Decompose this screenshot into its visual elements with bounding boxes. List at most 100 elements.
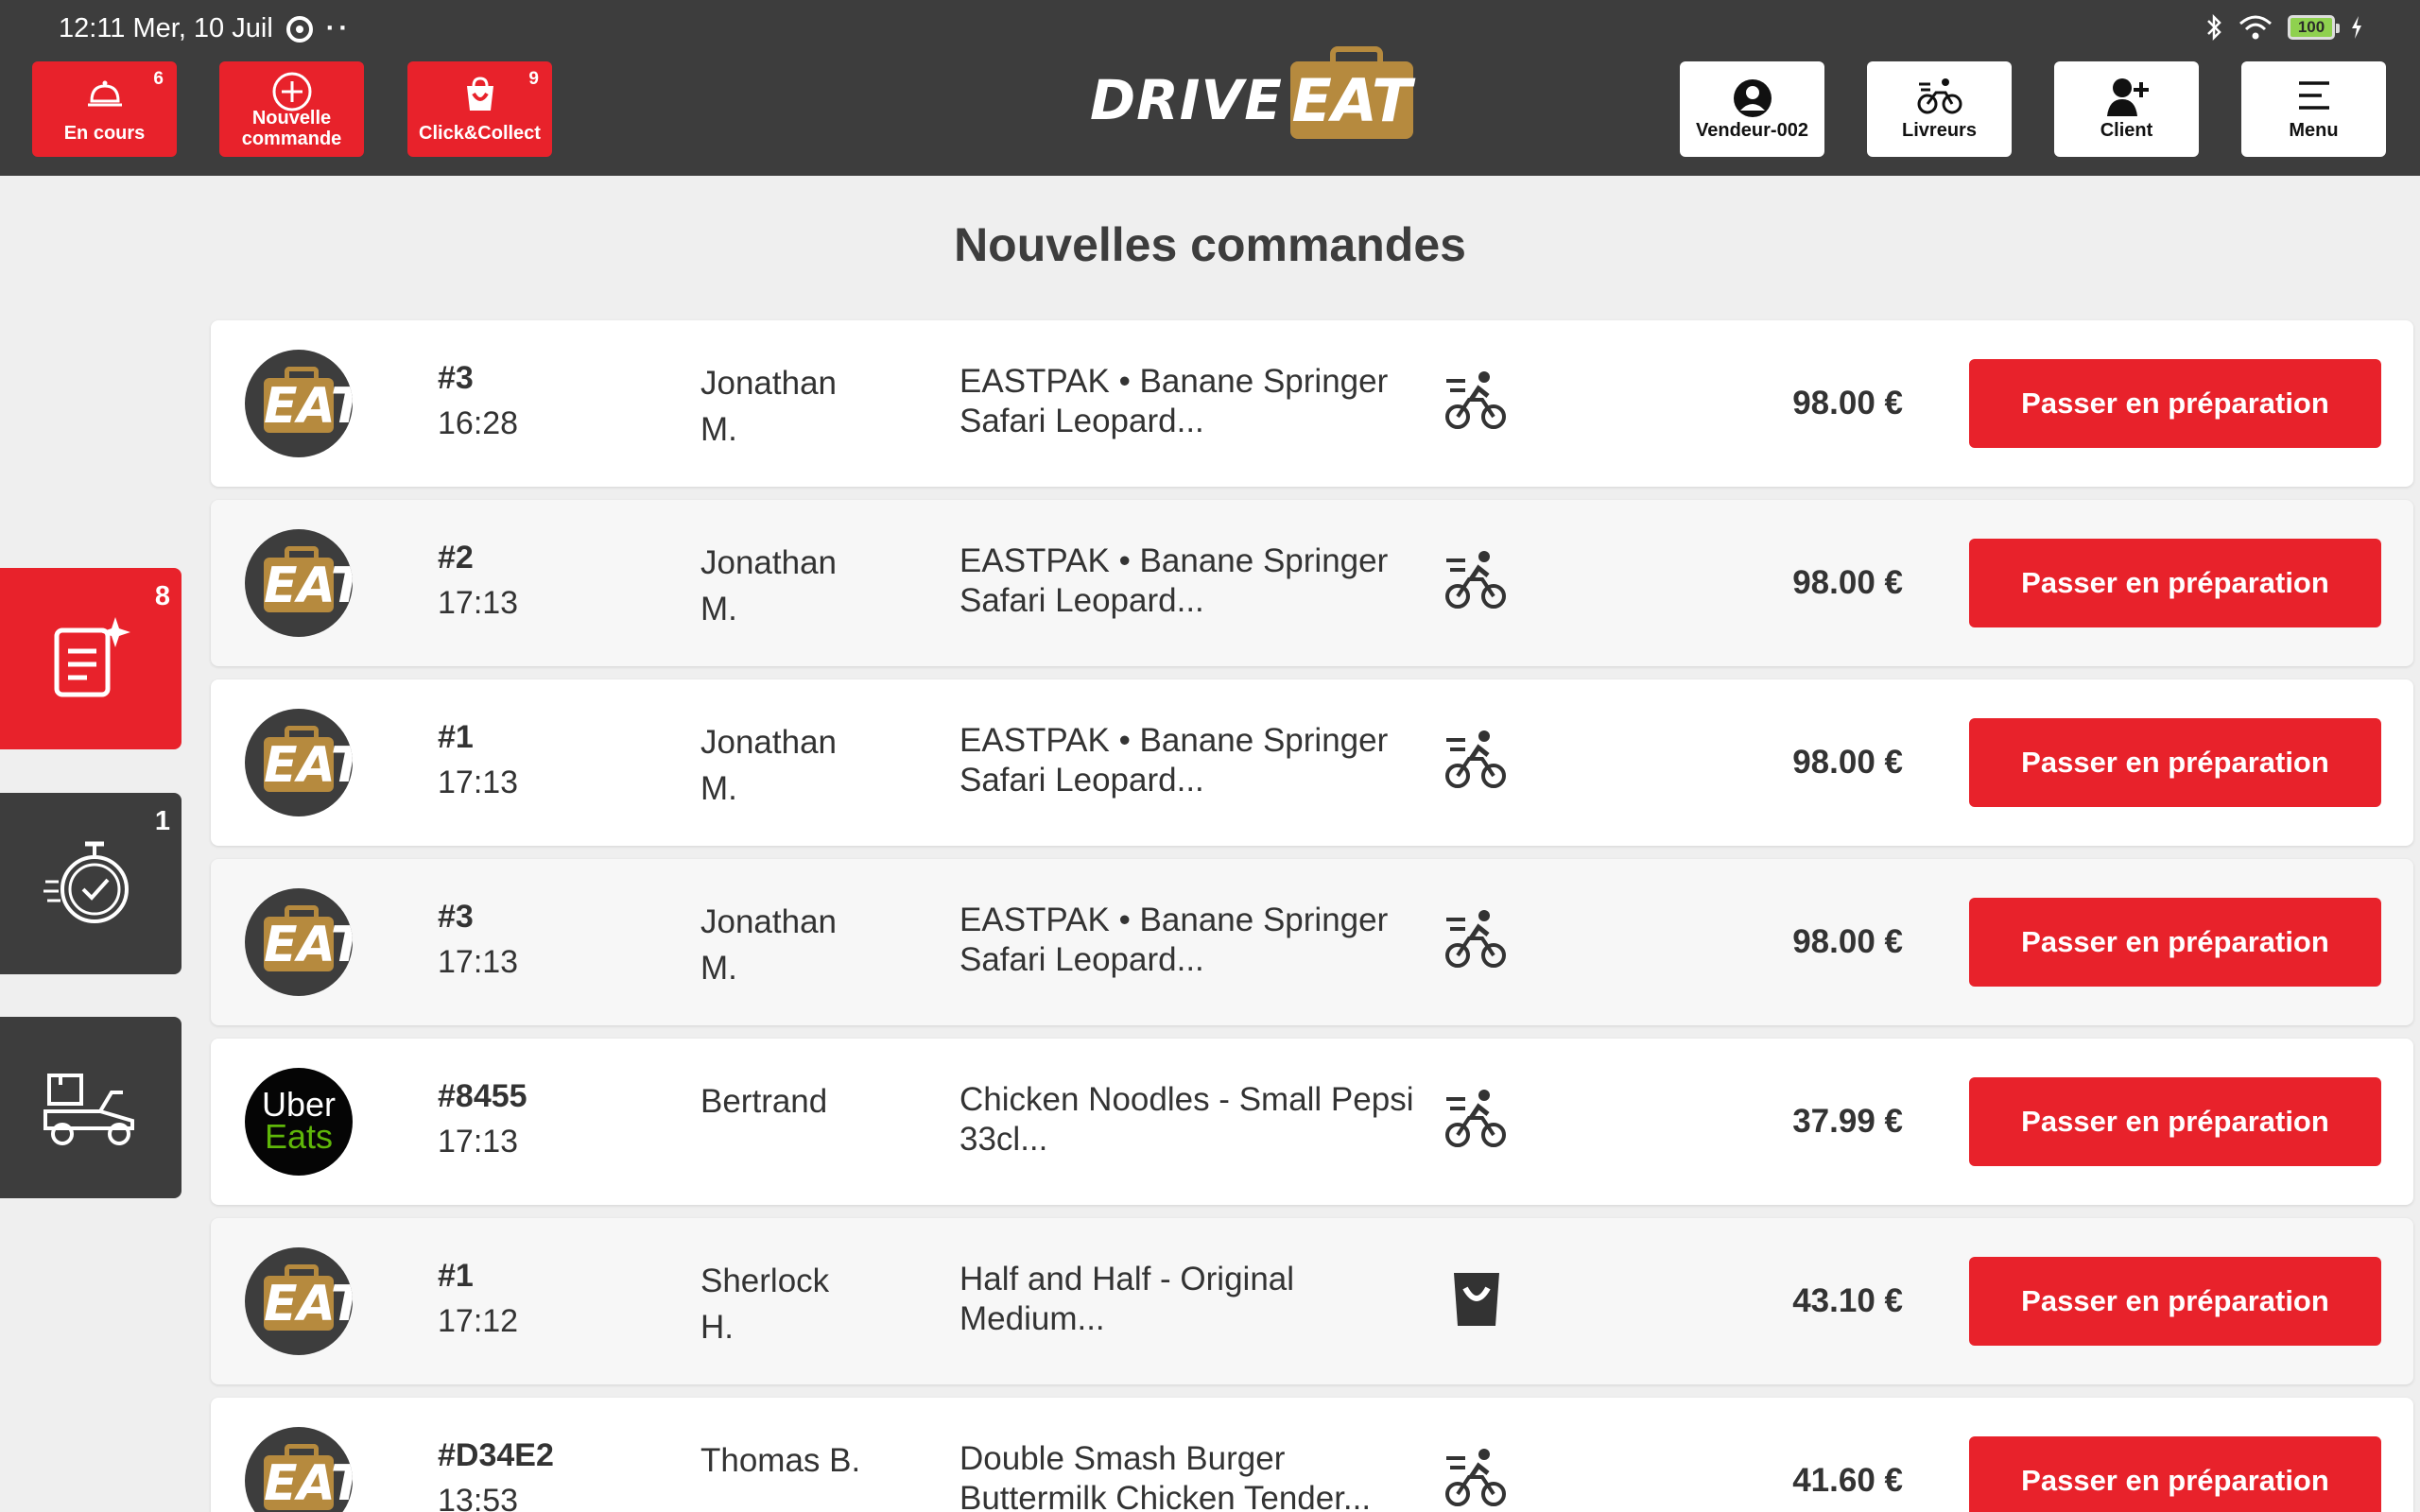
tab-in-preparation[interactable]: 1 bbox=[0, 793, 182, 974]
system-icons: 100 bbox=[2204, 13, 2363, 42]
menu-label: Menu bbox=[2289, 120, 2339, 141]
order-time: 17:13 bbox=[438, 765, 519, 800]
user-icon bbox=[1733, 79, 1772, 117]
mode-icon bbox=[1444, 368, 1509, 437]
passer-en-preparation-button[interactable]: Passer en préparation bbox=[1969, 539, 2381, 627]
drive-eat-source-logo: EAT bbox=[245, 350, 353, 457]
passer-en-preparation-button[interactable]: Passer en préparation bbox=[1969, 1077, 2381, 1166]
cloche-icon bbox=[87, 80, 122, 107]
order-items: Chicken Noodles - Small Pepsi 33cl... bbox=[959, 1081, 1414, 1158]
livreurs-label: Livreurs bbox=[1902, 120, 1977, 141]
drive-eat-source-logo: EAT bbox=[245, 1247, 353, 1355]
new-orders-icon bbox=[54, 617, 130, 697]
vendeur-label: Vendeur-002 bbox=[1696, 120, 1808, 141]
drive-eat-source-logo: EAT bbox=[245, 709, 353, 816]
order-items: Half and Half - Original Medium... bbox=[959, 1261, 1295, 1337]
menu-icon bbox=[2298, 81, 2329, 110]
passer-en-preparation-button[interactable]: Passer en préparation bbox=[1969, 898, 2381, 987]
order-price: 98.00 € bbox=[1792, 385, 1903, 421]
order-items: Double Smash Burger Buttermilk Chicken T… bbox=[959, 1440, 1372, 1512]
click-collect-bag-icon bbox=[1454, 1273, 1499, 1326]
nouvelle-commande-label: Nouvelle commande bbox=[241, 108, 342, 149]
wifi-icon bbox=[2239, 15, 2272, 40]
customer-name: Bertrand bbox=[700, 1083, 828, 1120]
passer-en-preparation-button[interactable]: Passer en préparation bbox=[1969, 1436, 2381, 1512]
customer-name: Jonathan M. bbox=[700, 903, 838, 987]
drive-eat-logo: DRIVE EAT bbox=[1090, 46, 1413, 146]
order-number: #8455 bbox=[438, 1078, 527, 1114]
page-title: Nouvelles commandes bbox=[954, 218, 1466, 271]
order-time: 17:12 bbox=[438, 1303, 519, 1339]
battery-icon: 100 bbox=[2288, 15, 2340, 40]
bluetooth-icon bbox=[2207, 13, 2221, 42]
order-row[interactable]: EAT #3 17:13 Jonathan M. EASTPAK • Banan… bbox=[211, 859, 2413, 1025]
customer-name: Thomas B. bbox=[700, 1442, 861, 1479]
order-row[interactable]: EAT #2 17:13 Jonathan M. EASTPAK • Banan… bbox=[211, 500, 2413, 666]
order-row[interactable]: Uber Eats #8455 17:13 Bertrand Chicken No… bbox=[211, 1039, 2413, 1205]
mode-icon bbox=[1444, 547, 1509, 616]
order-items: EASTPAK • Banane Springer Safari Leopard… bbox=[959, 363, 1389, 439]
en-cours-button[interactable]: 6 En cours bbox=[32, 61, 177, 157]
mode-icon bbox=[1444, 906, 1509, 975]
menu-button[interactable]: Menu bbox=[2241, 61, 2386, 157]
order-row[interactable]: EAT #1 17:12 Sherlock H. Half and Half -… bbox=[211, 1218, 2413, 1384]
customer-name: Jonathan M. bbox=[700, 724, 838, 807]
delivery-bike-icon bbox=[1445, 910, 1506, 968]
more-dots-icon: ·· bbox=[325, 13, 353, 43]
delivery-bike-icon bbox=[1445, 730, 1506, 788]
order-row[interactable]: EAT #1 17:13 Jonathan M. EASTPAK • Banan… bbox=[211, 679, 2413, 846]
uber-eats-logo: Uber Eats bbox=[245, 1068, 353, 1176]
delivery-bike-icon bbox=[1445, 371, 1506, 429]
mode-icon bbox=[1444, 1445, 1509, 1512]
order-time: 17:13 bbox=[438, 944, 519, 980]
order-number: #2 bbox=[438, 540, 474, 576]
order-price: 37.99 € bbox=[1792, 1103, 1903, 1140]
order-row[interactable]: EAT #D34E2 13:53 Thomas B. Double Smash … bbox=[211, 1398, 2413, 1512]
delivery-scooter-icon bbox=[43, 1074, 134, 1145]
top-bar: 12:11 Mer, 10 Juil ·· 100 6 En cours Nou… bbox=[0, 0, 2420, 176]
passer-en-preparation-button[interactable]: Passer en préparation bbox=[1969, 359, 2381, 448]
order-price: 98.00 € bbox=[1792, 564, 1903, 601]
orders-list: EAT #3 16:28 Jonathan M. EASTPAK • Banan… bbox=[211, 320, 2413, 1512]
mode-icon bbox=[1444, 727, 1509, 796]
nouvelle-commande-button[interactable]: Nouvelle commande bbox=[219, 61, 364, 157]
add-user-icon bbox=[2106, 78, 2149, 116]
client-button[interactable]: Client bbox=[2054, 61, 2199, 157]
order-time: 17:13 bbox=[438, 585, 519, 621]
delivery-bike-icon bbox=[1445, 1090, 1506, 1147]
order-price: 41.60 € bbox=[1792, 1462, 1903, 1499]
delivery-bike-icon bbox=[1445, 1449, 1506, 1506]
mode-icon bbox=[1444, 1265, 1509, 1334]
order-number: #1 bbox=[438, 1258, 474, 1294]
click-collect-button[interactable]: 9 Click&Collect bbox=[407, 61, 552, 157]
order-time: 16:28 bbox=[438, 405, 519, 441]
passer-en-preparation-button[interactable]: Passer en préparation bbox=[1969, 718, 2381, 807]
order-price: 98.00 € bbox=[1792, 923, 1903, 960]
client-label: Client bbox=[2100, 120, 2153, 141]
mode-icon bbox=[1444, 1086, 1509, 1155]
order-items: EASTPAK • Banane Springer Safari Leopard… bbox=[959, 542, 1389, 619]
order-items: EASTPAK • Banane Springer Safari Leopard… bbox=[959, 902, 1389, 978]
bicycle-icon bbox=[1917, 78, 1962, 114]
order-number: #1 bbox=[438, 719, 474, 755]
stopwatch-icon bbox=[43, 841, 129, 923]
tab-new-orders[interactable]: 8 bbox=[0, 568, 182, 749]
shopping-bag-icon bbox=[466, 77, 493, 111]
new-orders-badge: 8 bbox=[154, 581, 170, 611]
logo-drive-text: DRIVE bbox=[1090, 68, 1283, 132]
click-collect-badge: 9 bbox=[528, 69, 539, 89]
tab-delivery[interactable] bbox=[0, 1017, 182, 1198]
customer-name: Jonathan M. bbox=[700, 365, 838, 448]
passer-en-preparation-button[interactable]: Passer en préparation bbox=[1969, 1257, 2381, 1346]
settings-status-icon bbox=[285, 15, 313, 43]
click-collect-label: Click&Collect bbox=[419, 123, 541, 144]
livreurs-button[interactable]: Livreurs bbox=[1867, 61, 2012, 157]
order-number: #3 bbox=[438, 899, 474, 935]
drive-eat-source-logo: EAT bbox=[245, 1427, 353, 1512]
order-row[interactable]: EAT #3 16:28 Jonathan M. EASTPAK • Banan… bbox=[211, 320, 2413, 487]
plus-circle-icon bbox=[272, 72, 311, 112]
drive-eat-source-logo: EAT bbox=[245, 529, 353, 637]
charging-icon bbox=[2352, 16, 2361, 39]
vendeur-button[interactable]: Vendeur-002 bbox=[1680, 61, 1824, 157]
order-price: 43.10 € bbox=[1792, 1282, 1903, 1319]
